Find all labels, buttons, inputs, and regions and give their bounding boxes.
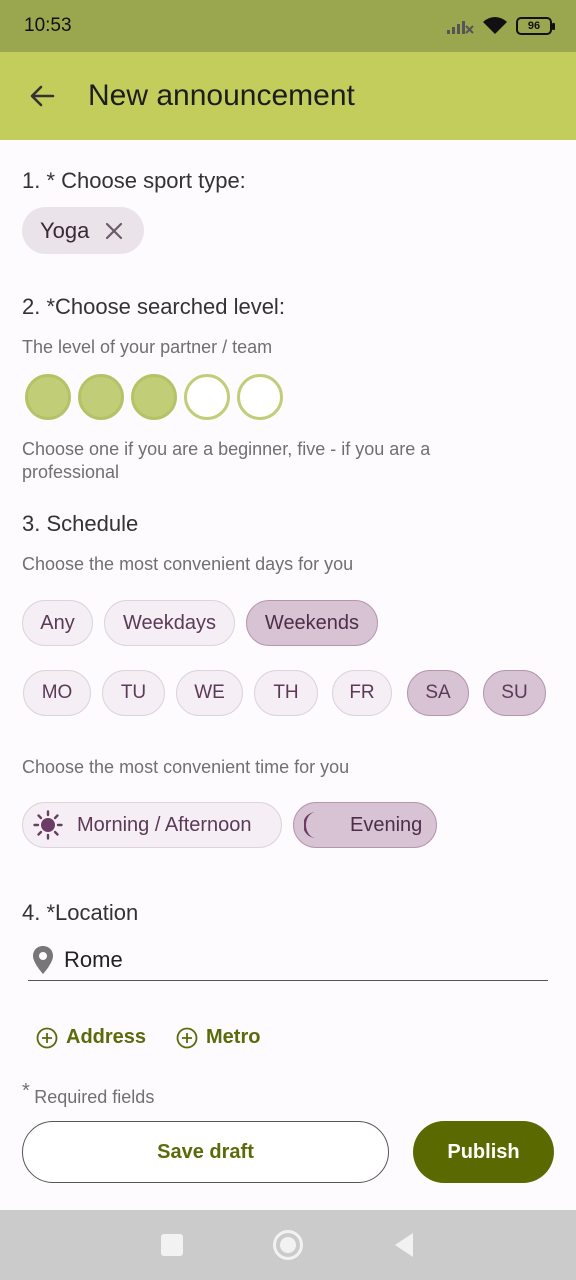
level-dot-2[interactable]: [78, 374, 124, 420]
back-button[interactable]: [22, 76, 62, 116]
system-nav-bar: [0, 1210, 576, 1280]
add-address-label: Address: [66, 1026, 147, 1048]
plus-circle-icon: [36, 1027, 58, 1048]
remove-sport-button[interactable]: [103, 220, 125, 242]
level-section-title: 2. *Choose searched level:: [22, 294, 285, 319]
sun-icon: [33, 810, 63, 840]
wifi-icon: [483, 17, 507, 34]
schedule-section-title: 3. Schedule: [22, 511, 139, 536]
level-dot-1[interactable]: [25, 374, 71, 420]
chip-weekdays-label: Weekdays: [122, 611, 216, 634]
required-asterisk: *: [22, 1080, 30, 1102]
close-icon: [106, 222, 123, 239]
moon-icon: [304, 812, 316, 838]
sport-chip-label: Yoga: [40, 217, 90, 243]
chip-any[interactable]: Any: [22, 600, 93, 646]
app-bar: New announcement: [0, 52, 576, 140]
signal-icon: [447, 21, 474, 34]
chip-weekdays[interactable]: Weekdays: [104, 600, 235, 646]
battery-level: 96: [527, 20, 541, 32]
day-chip-label: TH: [273, 682, 299, 703]
location-section-title: 4. *Location: [22, 900, 139, 925]
home-button[interactable]: [273, 1230, 303, 1260]
status-icons: 96: [446, 16, 555, 36]
level-dot-3[interactable]: [131, 374, 177, 420]
sport-section-title: 1. * Choose sport type:: [22, 168, 246, 193]
location-pin-icon: [33, 946, 53, 974]
required-fields-note: * Required fields: [22, 1080, 154, 1107]
chip-weekends-label: Weekends: [264, 611, 360, 634]
add-metro-label: Metro: [206, 1026, 261, 1048]
chip-morning-afternoon[interactable]: Morning / Afternoon: [22, 802, 282, 848]
day-chip-fr[interactable]: FR: [332, 670, 392, 716]
days-hint: Choose the most convenient days for you: [22, 554, 354, 574]
save-draft-button[interactable]: Save draft: [22, 1121, 389, 1183]
battery-icon: 96: [516, 17, 555, 35]
day-chip-mo[interactable]: MO: [23, 670, 91, 716]
day-chip-we[interactable]: WE: [176, 670, 243, 716]
arrow-left-icon: [30, 85, 55, 107]
chip-any-label: Any: [40, 611, 75, 634]
day-chip-label: SU: [501, 682, 528, 703]
level-subtitle: The level of your partner / team: [22, 337, 273, 357]
day-chip-tu[interactable]: TU: [102, 670, 165, 716]
time-hint: Choose the most convenient time for you: [22, 757, 350, 777]
add-metro-button[interactable]: Metro: [176, 1026, 260, 1049]
day-chip-su[interactable]: SU: [483, 670, 546, 716]
chip-evening-label: Evening: [350, 813, 423, 836]
day-chip-th[interactable]: TH: [254, 670, 318, 716]
day-chip-label: MO: [41, 682, 73, 703]
page-title: New announcement: [88, 79, 355, 112]
required-text: Required fields: [34, 1087, 155, 1107]
day-chip-label: SA: [425, 682, 451, 703]
day-chip-sa[interactable]: SA: [407, 670, 469, 716]
status-bar: 10:53 96: [0, 0, 576, 52]
chip-morning-label: Morning / Afternoon: [77, 813, 252, 836]
recents-button[interactable]: [161, 1234, 183, 1256]
location-input[interactable]: [64, 947, 524, 973]
day-chip-label: TU: [120, 682, 147, 703]
chip-evening[interactable]: Evening: [293, 802, 437, 848]
add-address-button[interactable]: Address: [36, 1026, 146, 1049]
sport-chip-yoga[interactable]: Yoga: [22, 207, 144, 254]
chip-weekends[interactable]: Weekends: [246, 600, 378, 646]
level-hint: Choose one if you are a beginner, five -…: [22, 439, 431, 482]
status-time: 10:53: [24, 15, 72, 36]
level-dot-4[interactable]: [184, 374, 230, 420]
location-field[interactable]: [28, 940, 548, 981]
day-chip-label: FR: [349, 682, 375, 703]
day-chip-label: WE: [194, 682, 225, 703]
level-dot-5[interactable]: [237, 374, 283, 420]
publish-button[interactable]: Publish: [413, 1121, 554, 1183]
plus-circle-icon: [176, 1027, 198, 1048]
back-nav-icon[interactable]: [393, 1232, 415, 1258]
